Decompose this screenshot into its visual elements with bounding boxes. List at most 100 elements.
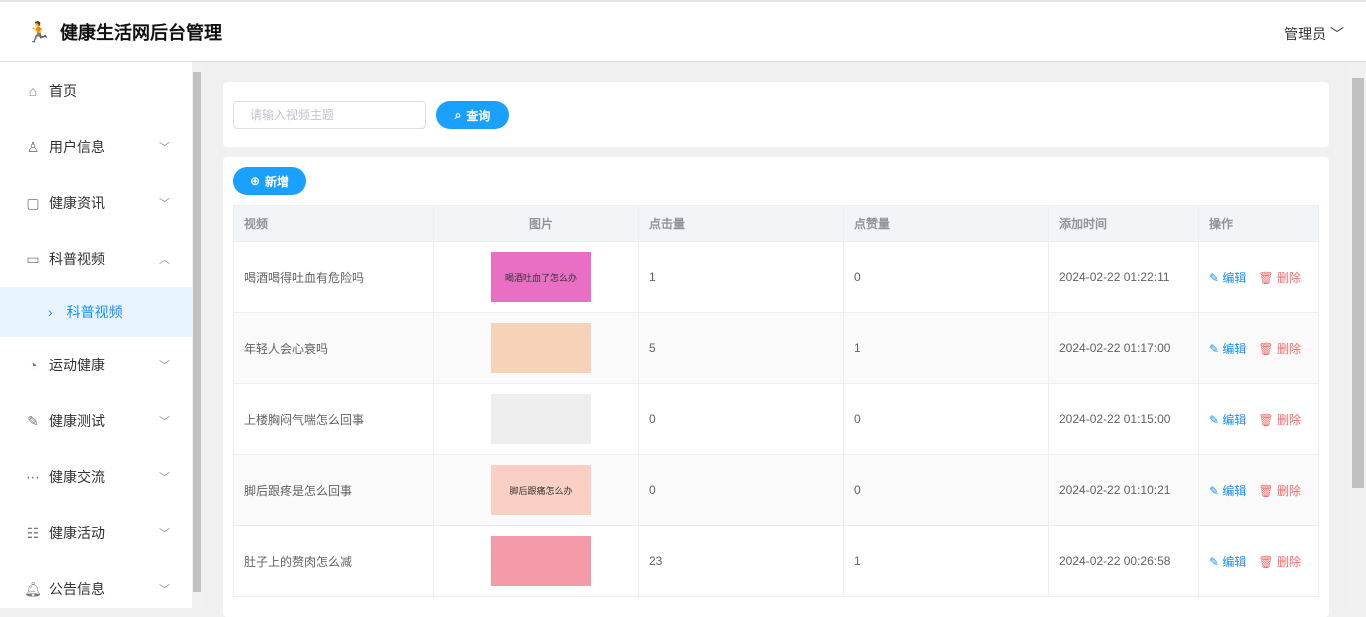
- edit-button[interactable]: ✎ 编辑: [1209, 555, 1246, 569]
- delete-button[interactable]: 🗑︎ 删除: [1258, 555, 1301, 569]
- trash-icon: 🗑︎: [1258, 483, 1274, 498]
- table-card: ⊕ 新增 视频 图片 点击量 点赞量 添加时间 操作 喝酒喝得吐血有危险吗 喝酒吐…: [223, 157, 1329, 617]
- edit-label: 编辑: [1222, 270, 1247, 285]
- delete-label: 删除: [1277, 341, 1302, 356]
- video-title: 年轻人会心衰吗: [233, 312, 434, 384]
- sidebar-item-home[interactable]: ⌂ 首页: [0, 62, 192, 119]
- user-menu[interactable]: 管理员 ﹀: [1284, 24, 1344, 44]
- table-row: 喝酒喝得吐血有危险吗 喝酒吐血了怎么办 1 0 2024-02-22 01:22…: [233, 241, 1319, 313]
- menu-label: 健康测试: [49, 413, 105, 429]
- menu-label: 科普视频: [66, 304, 123, 320]
- trash-icon: 🗑︎: [1258, 270, 1274, 285]
- col-header: 图片: [433, 205, 639, 242]
- menu-label: 运动健康: [49, 357, 105, 373]
- chevron-down-icon: ﹀: [159, 360, 170, 372]
- edit-button[interactable]: ✎ 编辑: [1209, 271, 1246, 285]
- pencil-icon: ✎: [1209, 554, 1220, 569]
- col-header: 添加时间: [1048, 205, 1199, 242]
- plus-circle-icon: ⊕: [249, 174, 261, 188]
- added-time: 2024-02-22 01:17:00: [1048, 312, 1199, 384]
- user-icon: ♙: [26, 138, 40, 155]
- sport-icon: ◔: [28, 357, 38, 373]
- like-count: 0: [843, 241, 1049, 313]
- chevron-down-icon: ﹀: [159, 472, 170, 484]
- sidebar-item-activity[interactable]: ☷ 健康活动 ﹀: [0, 505, 192, 561]
- sidebar-item-notice[interactable]: 🔔︎ 公告信息 ﹀: [0, 561, 192, 617]
- chat-icon: ⋯: [26, 468, 40, 485]
- like-count: 0: [843, 454, 1049, 526]
- like-count: 0: [843, 383, 1049, 455]
- edit-icon: ✎: [27, 412, 39, 429]
- search-input[interactable]: [233, 101, 426, 129]
- sidebar-item-videos[interactable]: ▭ 科普视频 ︿: [0, 231, 192, 287]
- sidebar-subitem-videos[interactable]: › 科普视频: [0, 287, 192, 337]
- video-thumbnail: [491, 394, 591, 444]
- col-header: 点赞量: [843, 205, 1049, 242]
- pencil-icon: ✎: [1209, 270, 1220, 285]
- click-count: 23: [638, 525, 844, 597]
- menu-label: 科普视频: [49, 251, 105, 267]
- delete-label: 删除: [1277, 412, 1302, 427]
- menu-label: 首页: [49, 82, 77, 99]
- sidebar: ⌂ 首页 ♙ 用户信息 ﹀ ▢ 健康资讯 ﹀ ▭ 科普视频 ︿ › 科普视频 ◔ 运动健康 ﹀ ✎ 健…: [0, 62, 192, 608]
- bell-icon: 🔔︎: [24, 580, 42, 597]
- edit-button[interactable]: ✎ 编辑: [1209, 413, 1246, 427]
- news-icon: ▢: [26, 194, 40, 211]
- edit-label: 编辑: [1222, 341, 1247, 356]
- table-row: 年轻人会心衰吗 5 1 2024-02-22 01:17:00 ✎ 编辑 🗑︎ 删…: [233, 312, 1319, 384]
- chevron-right-icon: ›: [48, 304, 53, 320]
- edit-button[interactable]: ✎ 编辑: [1209, 342, 1246, 356]
- video-thumbnail: [491, 536, 591, 586]
- sidebar-scrollbar[interactable]: [192, 62, 202, 608]
- delete-button[interactable]: 🗑︎ 删除: [1258, 413, 1301, 427]
- search-button[interactable]: ⌕ 查询: [436, 101, 509, 129]
- menu-label: 健康资讯: [49, 195, 105, 211]
- like-count: 1: [843, 525, 1049, 597]
- click-count: 5: [638, 312, 844, 384]
- trash-icon: 🗑︎: [1258, 412, 1274, 427]
- delete-button[interactable]: 🗑︎ 删除: [1258, 342, 1301, 356]
- edit-button[interactable]: ✎ 编辑: [1209, 484, 1246, 498]
- sidebar-item-test[interactable]: ✎ 健康测试 ﹀: [0, 393, 192, 449]
- chevron-down-icon: ﹀: [159, 142, 170, 154]
- menu-label: 用户信息: [49, 139, 105, 155]
- runner-logo-icon: 🏃: [26, 21, 51, 44]
- menu-label: 健康交流: [49, 469, 105, 485]
- video-title: 肚子上的赘肉怎么减: [233, 525, 434, 597]
- table-row: 脚后跟疼是怎么回事 脚后跟痛怎么办 0 0 2024-02-22 01:10:2…: [233, 454, 1319, 526]
- video-title: 上楼胸闷气喘怎么回事: [233, 383, 434, 455]
- video-title: 脚后跟疼是怎么回事: [233, 454, 434, 526]
- sidebar-item-users[interactable]: ♙ 用户信息 ﹀: [0, 119, 192, 175]
- video-thumbnail: [491, 323, 591, 373]
- video-title: 喝酒喝得吐血有危险吗: [233, 241, 434, 313]
- video-thumbnail: 喝酒吐血了怎么办: [491, 252, 591, 302]
- add-button[interactable]: ⊕ 新增: [233, 167, 306, 195]
- edit-label: 编辑: [1222, 412, 1247, 427]
- click-count: 1: [638, 241, 844, 313]
- like-count: 1: [843, 312, 1049, 384]
- click-count: 0: [638, 383, 844, 455]
- home-icon: ⌂: [28, 82, 38, 99]
- thumb-text: 脚后跟痛怎么办: [509, 485, 573, 496]
- pencil-icon: ✎: [1209, 412, 1220, 427]
- col-header: 点击量: [638, 205, 844, 242]
- edit-label: 编辑: [1222, 483, 1247, 498]
- add-label: 新增: [265, 174, 290, 189]
- sidebar-item-chat[interactable]: ⋯ 健康交流 ﹀: [0, 449, 192, 505]
- chevron-down-icon: ﹀: [159, 528, 170, 540]
- added-time: 2024-02-22 01:22:11: [1048, 241, 1199, 313]
- pencil-icon: ✎: [1209, 483, 1220, 498]
- search-icon: ⌕: [454, 107, 462, 122]
- delete-label: 删除: [1277, 270, 1302, 285]
- delete-button[interactable]: 🗑︎ 删除: [1258, 484, 1301, 498]
- added-time: 2024-02-22 01:15:00: [1048, 383, 1199, 455]
- video-table: 视频 图片 点击量 点赞量 添加时间 操作 喝酒喝得吐血有危险吗 喝酒吐血了怎么…: [233, 205, 1319, 597]
- main-scrollbar[interactable]: [1350, 62, 1366, 608]
- click-count: 0: [638, 454, 844, 526]
- delete-button[interactable]: 🗑︎ 删除: [1258, 271, 1301, 285]
- top-header: 🏃 健康生活网后台管理 管理员 ﹀: [0, 0, 1366, 62]
- added-time: 2024-02-22 00:26:58: [1048, 525, 1199, 597]
- sidebar-item-sport[interactable]: ◔ 运动健康 ﹀: [0, 337, 192, 393]
- menu-label: 公告信息: [49, 581, 105, 597]
- sidebar-item-news[interactable]: ▢ 健康资讯 ﹀: [0, 175, 192, 231]
